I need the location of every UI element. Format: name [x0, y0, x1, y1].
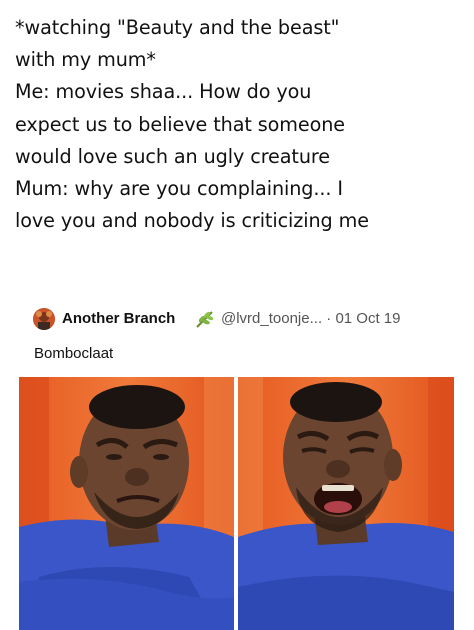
tweet-text: Bomboclaat — [34, 345, 114, 362]
photo-frowning-man — [19, 377, 234, 630]
avatar-icon — [33, 308, 55, 330]
caption-line: Me: movies shaa... How do you — [15, 80, 312, 104]
caption-line: love you and nobody is criticizing me — [15, 209, 369, 233]
caption-line: would love such an ugly creature — [15, 144, 330, 168]
meme-caption: *watching "Beauty and the beast" with my… — [15, 12, 465, 237]
avatar[interactable] — [33, 308, 55, 330]
caption-line: expect us to believe that someone — [15, 112, 346, 136]
caption-line: *watching "Beauty and the beast" — [15, 16, 340, 39]
author-name[interactable]: Another Branch — [62, 310, 175, 327]
caption-line: Mum: why are you complaining... I — [15, 177, 343, 201]
leaf-branch-icon — [196, 311, 214, 328]
photo-crying-man — [238, 377, 454, 630]
handle-and-date: @lvrd_toonje... · 01 Oct 19 — [221, 310, 401, 327]
caption-line: with my mum* — [15, 48, 156, 72]
